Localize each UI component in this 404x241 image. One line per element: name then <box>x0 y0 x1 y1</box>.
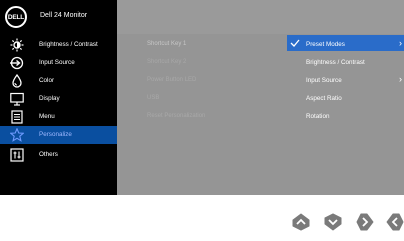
option-input-source[interactable]: Input Source <box>306 77 342 84</box>
chevron-down-icon <box>324 213 342 231</box>
osd-header: DELL Dell 24 Monitor <box>0 0 404 34</box>
option-preset-modes[interactable]: Preset Modes <box>306 41 345 48</box>
color-icon <box>12 74 22 88</box>
option-aspect-ratio[interactable]: Aspect Ratio <box>306 95 342 102</box>
header-shade <box>117 0 404 34</box>
submenu-usb[interactable]: USB <box>147 95 159 101</box>
menu-icon <box>11 110 23 124</box>
submenu-reset-personalization[interactable]: Reset Personalization <box>147 113 205 119</box>
chevron-left-icon <box>386 213 404 231</box>
submenu-shortcut-key-2[interactable]: Shortcut Key 2 <box>147 59 186 65</box>
display-icon <box>10 92 24 106</box>
menu-item-label: Others <box>39 151 58 158</box>
menu-item-personalize[interactable]: Personalize <box>0 126 117 144</box>
others-icon <box>10 148 24 162</box>
menu-item-display[interactable]: Display <box>0 90 117 108</box>
option-rotation[interactable]: Rotation <box>306 113 329 120</box>
down-button[interactable] <box>324 213 342 231</box>
menu-item-others[interactable]: Others <box>0 146 117 164</box>
chevron-right-icon <box>356 213 374 231</box>
input-source-icon <box>10 56 24 70</box>
chevron-right-icon: › <box>399 74 402 84</box>
menu-item-menu[interactable]: Menu <box>0 108 117 126</box>
right-button[interactable] <box>356 213 374 231</box>
menu-item-input-source[interactable]: Input Source <box>0 54 117 72</box>
option-brightness-contrast[interactable]: Brightness / Contrast <box>306 59 365 66</box>
chevron-up-icon <box>292 213 310 231</box>
up-button[interactable] <box>292 213 310 231</box>
star-icon <box>10 128 24 142</box>
brightness-icon <box>10 38 24 52</box>
menu-item-label: Brightness / Contrast <box>39 41 98 48</box>
menu-item-color[interactable]: Color <box>0 72 117 90</box>
dell-logo: DELL <box>5 6 27 28</box>
monitor-title: Dell 24 Monitor <box>40 12 88 19</box>
osd-panel: DELL Dell 24 Monitor Brightness / Contra… <box>0 0 404 195</box>
menu-item-label: Personalize <box>39 131 72 138</box>
checkmark-icon <box>290 39 300 47</box>
menu-item-label: Menu <box>39 113 55 120</box>
submenu-power-button-led[interactable]: Power Button LED <box>147 77 196 83</box>
back-button[interactable] <box>386 213 404 231</box>
selected-option-highlight <box>287 35 404 51</box>
menu-item-label: Display <box>39 95 60 102</box>
submenu-shortcut-key-1[interactable]: Shortcut Key 1 <box>147 41 186 47</box>
menu-item-label: Input Source <box>39 59 75 66</box>
menu-item-label: Color <box>39 77 55 84</box>
chevron-right-icon: › <box>399 38 402 48</box>
menu-item-brightness-contrast[interactable]: Brightness / Contrast <box>0 36 117 54</box>
